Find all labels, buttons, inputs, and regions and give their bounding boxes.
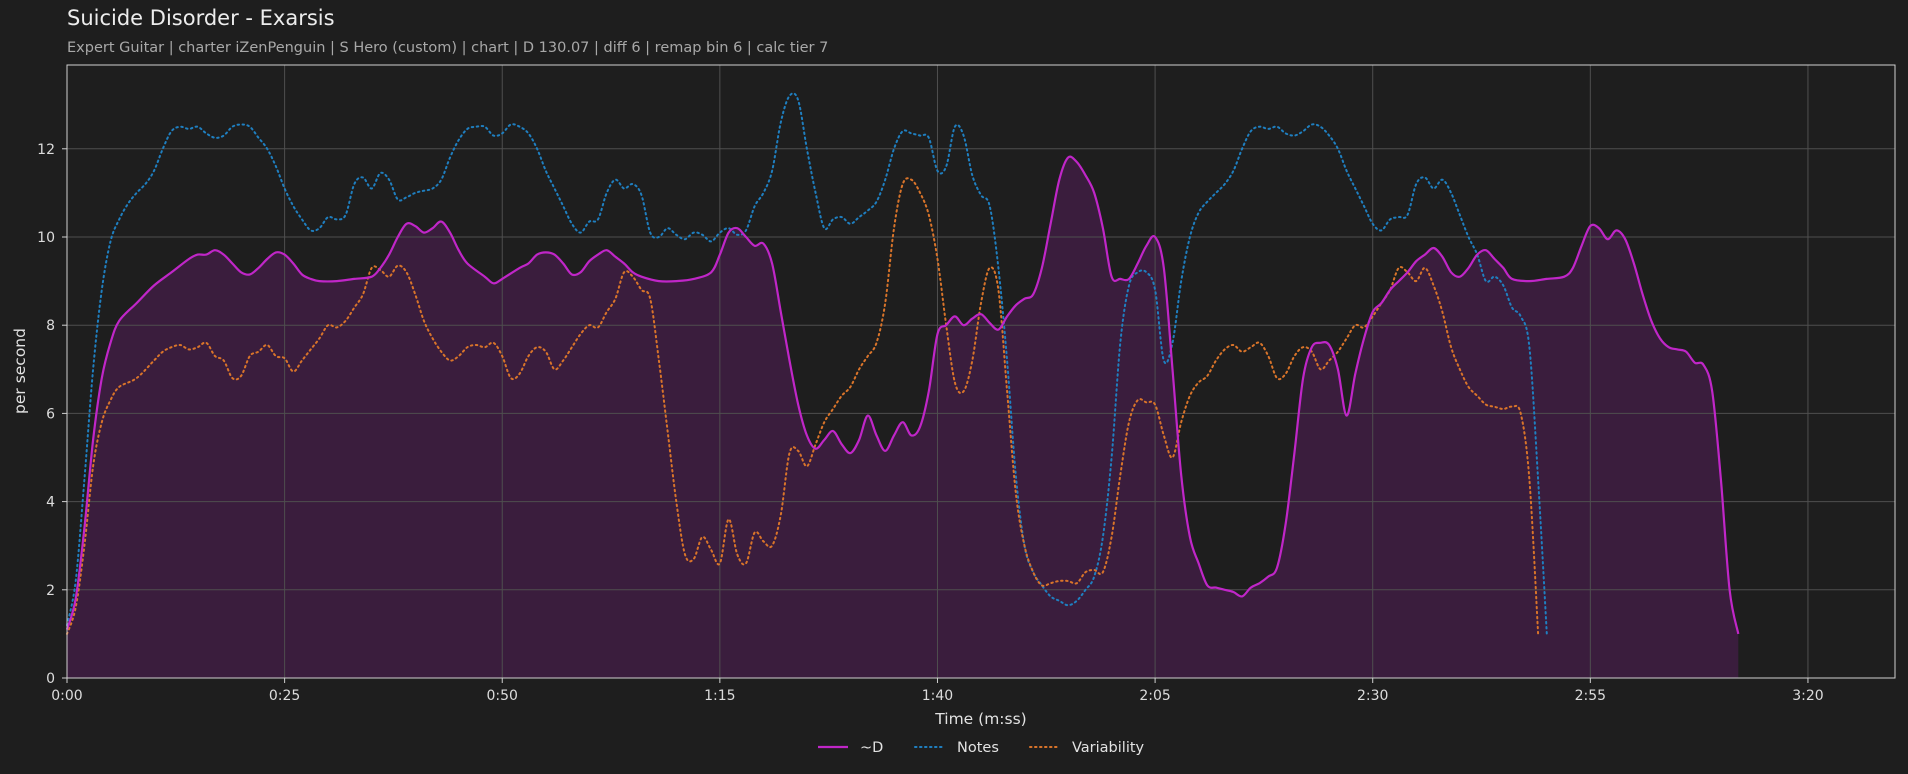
x-tick-label: 0:25 xyxy=(269,688,300,704)
y-axis-label: per second xyxy=(11,328,29,414)
x-tick-label: 1:40 xyxy=(922,688,953,704)
x-tick-label: 2:30 xyxy=(1357,688,1388,704)
y-tick-label: 12 xyxy=(37,142,55,158)
x-tick-label: 1:15 xyxy=(704,688,735,704)
legend-label-variability: Variability xyxy=(1072,740,1145,756)
y-tick-label: 4 xyxy=(46,495,55,511)
y-tick-label: 0 xyxy=(46,671,55,687)
chart-svg: 0:00 0:25 0:50 1:15 1:40 2:05 2:30 2:55 3:20 0 2 4… xyxy=(11,64,1896,756)
x-axis-label: Time (m:ss) xyxy=(934,710,1026,728)
x-axis-ticks: 0:00 0:25 0:50 1:15 1:40 2:05 2:30 2:55 3:20 xyxy=(51,678,1824,704)
x-tick-label: 0:50 xyxy=(487,688,518,704)
legend-label-d: ~D xyxy=(860,740,883,756)
legend-label-notes: Notes xyxy=(957,740,999,756)
legend: ~D Notes Variability xyxy=(818,740,1145,756)
y-tick-label: 10 xyxy=(37,230,55,246)
y-tick-label: 6 xyxy=(46,406,55,422)
x-tick-label: 2:05 xyxy=(1139,688,1170,704)
y-tick-label: 2 xyxy=(46,583,55,599)
x-tick-label: 2:55 xyxy=(1575,688,1606,704)
x-tick-label: 3:20 xyxy=(1792,688,1823,704)
x-tick-label: 0:00 xyxy=(51,688,82,704)
y-tick-label: 8 xyxy=(46,318,55,334)
y-axis-ticks: 0 2 4 6 8 10 12 xyxy=(37,142,67,687)
